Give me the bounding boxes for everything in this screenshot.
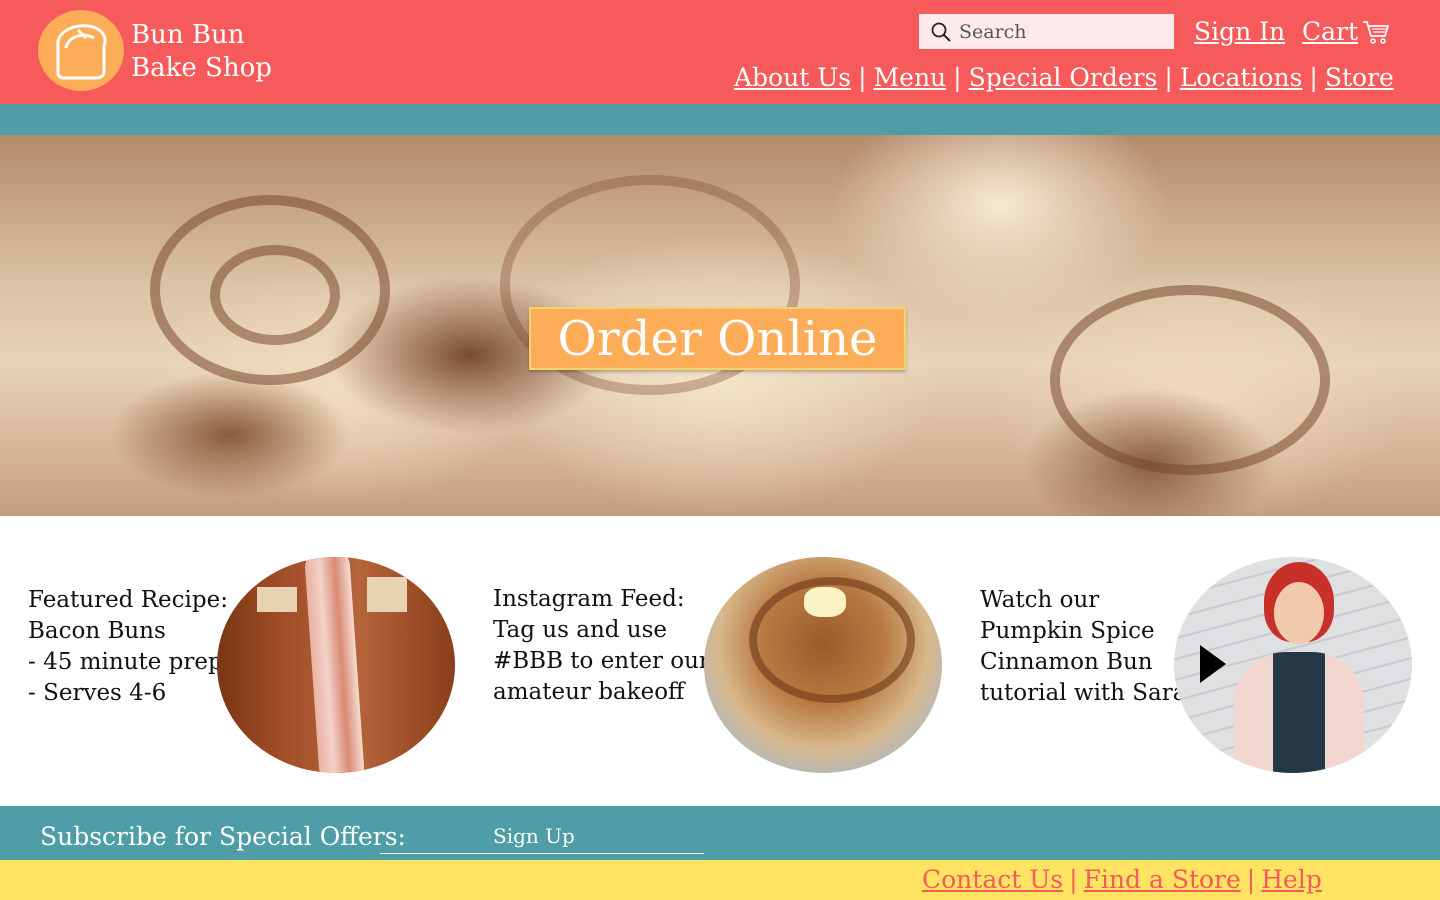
- footer-contact-us[interactable]: Contact Us: [922, 865, 1063, 894]
- search-input[interactable]: [959, 20, 1159, 43]
- nav-separator: |: [858, 63, 867, 92]
- search-box[interactable]: [919, 14, 1174, 49]
- video-thumbnail[interactable]: [1174, 557, 1412, 773]
- instagram-bun-image[interactable]: [704, 557, 942, 773]
- bacon-strip: [303, 557, 366, 773]
- subscribe-label: Subscribe for Special Offers:: [40, 822, 406, 851]
- bun-logo-icon[interactable]: [38, 10, 124, 91]
- nav-locations[interactable]: Locations: [1180, 63, 1303, 92]
- video-tutorial-text[interactable]: Watch our Pumpkin Spice Cinnamon Bun tut…: [980, 585, 1186, 709]
- subscribe-bar: Subscribe for Special Offers: Sign Up: [0, 806, 1440, 860]
- nav-about-us[interactable]: About Us: [734, 63, 851, 92]
- sign-up-button[interactable]: Sign Up: [493, 824, 575, 848]
- footer-separator: |: [1069, 865, 1078, 894]
- main-nav: About Us | Menu | Special Orders | Locations | S…: [734, 63, 1394, 92]
- presenter-face: [1274, 582, 1324, 644]
- feature-line: Cinnamon Bun: [980, 649, 1153, 675]
- feature-line: Bacon Buns: [28, 618, 166, 644]
- presenter-body: [1234, 652, 1364, 773]
- featured-recipe-text[interactable]: Featured Recipe: Bacon Buns - 45 minute …: [28, 585, 228, 709]
- bun-piece: [257, 587, 297, 612]
- search-icon: [930, 21, 952, 43]
- feature-line: Featured Recipe:: [28, 587, 228, 613]
- site-footer: Contact Us | Find a Store | Help: [0, 860, 1440, 900]
- footer-find-a-store[interactable]: Find a Store: [1084, 865, 1241, 894]
- play-icon[interactable]: [1200, 645, 1226, 683]
- feature-line: tutorial with Sara: [980, 680, 1187, 706]
- hero-banner: Order Online: [0, 135, 1440, 516]
- nav-separator: |: [1309, 63, 1318, 92]
- nav-separator: |: [1164, 63, 1173, 92]
- hero-image-swirl: [1050, 285, 1330, 475]
- nav-special-orders[interactable]: Special Orders: [969, 63, 1158, 92]
- bacon-buns-image[interactable]: [217, 557, 455, 773]
- feature-line: Pumpkin Spice: [980, 618, 1155, 644]
- nav-separator: |: [953, 63, 962, 92]
- cart-icon: [1363, 20, 1390, 44]
- cart-link[interactable]: Cart: [1302, 17, 1390, 46]
- feature-line: Instagram Feed:: [493, 586, 685, 612]
- nav-menu[interactable]: Menu: [874, 63, 947, 92]
- footer-help[interactable]: Help: [1261, 865, 1322, 894]
- brand-name[interactable]: Bun Bun Bake Shop: [131, 19, 272, 85]
- cart-label: Cart: [1302, 17, 1359, 46]
- brand-line-1: Bun Bun: [131, 20, 245, 50]
- sign-in-link[interactable]: Sign In: [1194, 17, 1285, 46]
- site-header: Bun Bun Bake Shop Sign In Cart About Us|…: [0, 0, 1440, 104]
- header-accent-band: [0, 104, 1440, 135]
- feature-line: Watch our: [980, 587, 1100, 613]
- bun-piece: [367, 577, 407, 612]
- instagram-feed-text[interactable]: Instagram Feed: Tag us and use #BBB to e…: [493, 584, 710, 708]
- footer-links: Contact Us | Find a Store | Help: [922, 865, 1322, 894]
- feature-line: - Serves 4-6: [28, 680, 167, 706]
- feature-line: - 45 minute prep: [28, 649, 223, 675]
- feature-line: Tag us and use: [493, 617, 668, 643]
- hero-image-swirl: [210, 245, 340, 345]
- brand-line-2: Bake Shop: [131, 53, 272, 83]
- feature-line: #BBB to enter our: [493, 648, 710, 674]
- order-online-button[interactable]: Order Online: [529, 307, 906, 370]
- bun-swirl: [749, 577, 915, 703]
- footer-separator: |: [1246, 865, 1256, 894]
- nav-store[interactable]: Store: [1325, 63, 1394, 92]
- feature-line: amateur bakeoff: [493, 679, 685, 705]
